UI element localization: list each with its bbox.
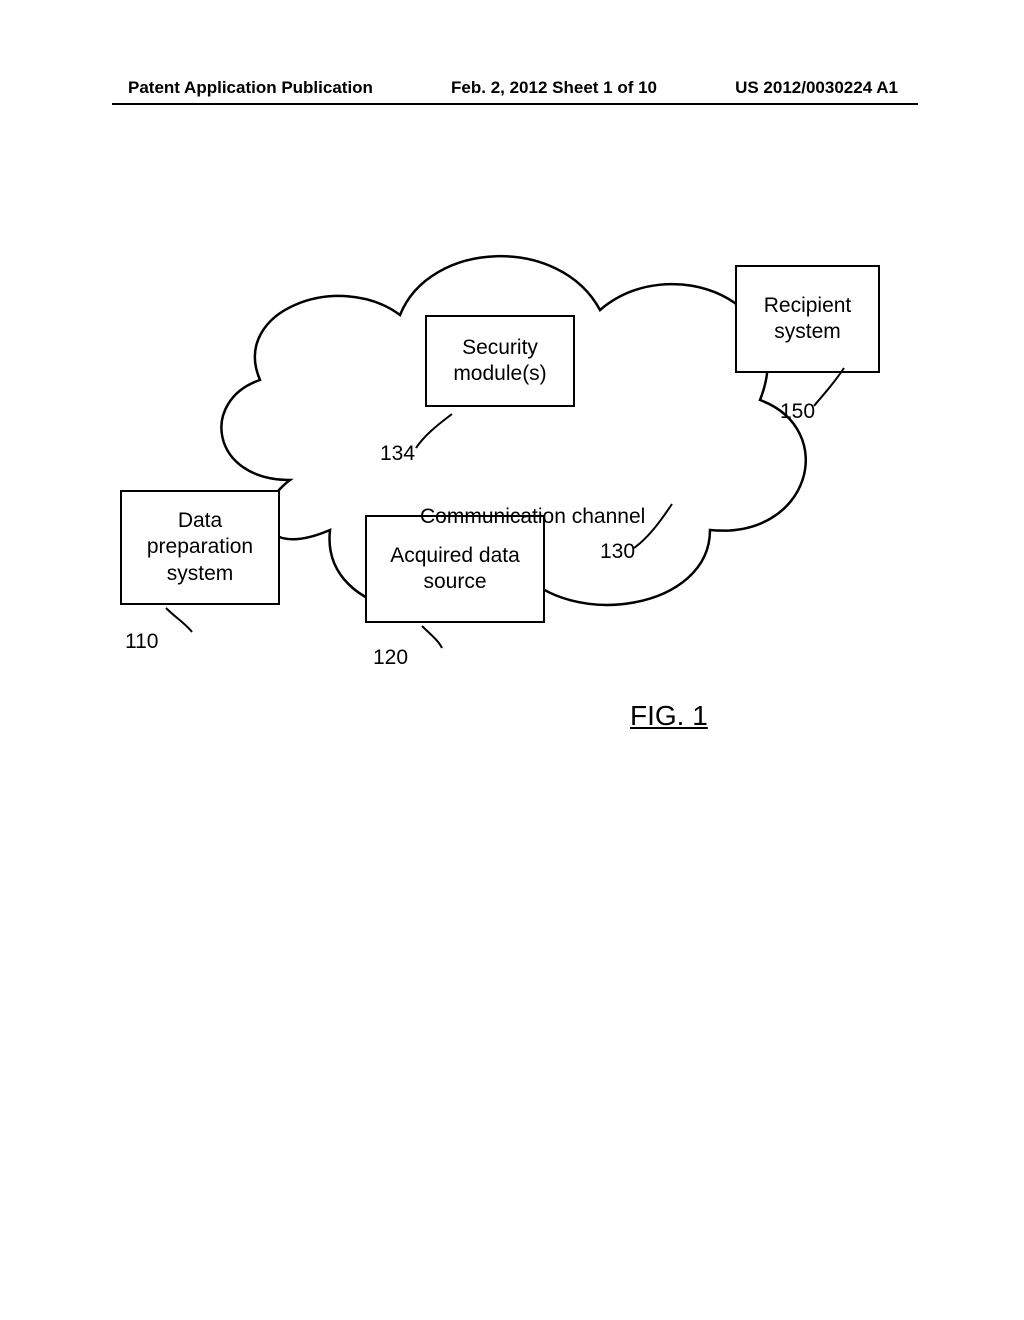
header-center: Feb. 2, 2012 Sheet 1 of 10 (451, 78, 657, 98)
figure-label-text: FIG. 1 (630, 700, 708, 731)
box-acquired-data-source: Acquired data source (365, 515, 545, 623)
header-rule (112, 103, 918, 105)
header-left: Patent Application Publication (128, 78, 373, 98)
refnum: 110 (125, 630, 158, 653)
figure-label: FIG. 1 (630, 700, 708, 732)
lead-120: 120 (373, 646, 408, 670)
page-header: Patent Application Publication Feb. 2, 2… (0, 78, 1024, 98)
box-label: Security module(s) (453, 335, 546, 388)
box-recipient-system: Recipient system (735, 265, 880, 373)
lead-110: 110 (125, 630, 158, 654)
refnum: 134 (380, 442, 415, 465)
refnum: 120 (373, 646, 408, 669)
cloud-label: Communication channel (420, 505, 645, 529)
refnum: 150 (780, 400, 815, 423)
lead-130: 130 (600, 540, 635, 564)
box-label: Recipient system (764, 293, 852, 346)
cloud-label-text: Communication channel (420, 505, 645, 528)
figure-1: Data preparation system Acquired data so… (130, 160, 890, 800)
lead-134: 134 (380, 442, 415, 466)
box-security-modules: Security module(s) (425, 315, 575, 407)
lead-150: 150 (780, 400, 815, 424)
box-data-preparation-system: Data preparation system (120, 490, 280, 605)
header-right: US 2012/0030224 A1 (735, 78, 898, 98)
box-label: Data preparation system (147, 508, 253, 587)
box-label: Acquired data source (390, 543, 520, 596)
